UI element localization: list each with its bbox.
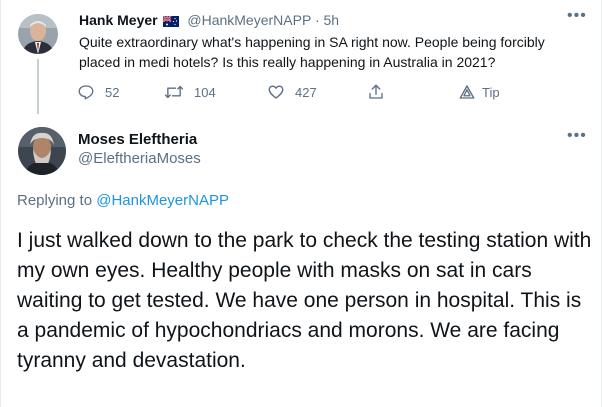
like-icon bbox=[267, 83, 285, 101]
parent-tweet-time[interactable]: 5h bbox=[324, 12, 340, 28]
tweet-thread: Hank Meyer @HankMeyerNAPP · 5h ••• Quite… bbox=[0, 0, 602, 407]
reply-author-avatar[interactable] bbox=[18, 127, 66, 175]
more-icon[interactable]: ••• bbox=[567, 128, 587, 144]
share-button[interactable] bbox=[367, 82, 385, 102]
tip-icon bbox=[458, 83, 476, 101]
replying-to-prefix: Replying to bbox=[17, 192, 97, 209]
reply-button[interactable]: 52 bbox=[77, 82, 119, 102]
like-button[interactable]: 427 bbox=[267, 82, 317, 102]
more-icon[interactable]: ••• bbox=[567, 8, 587, 24]
retweet-button[interactable]: 104 bbox=[164, 82, 216, 102]
reply-tweet-text: I just walked down to the park to check … bbox=[17, 229, 592, 372]
tip-button[interactable]: Tip bbox=[458, 82, 500, 102]
reply-author-name[interactable]: Moses Eleftheria bbox=[78, 130, 197, 150]
parent-author-name[interactable]: Hank Meyer bbox=[79, 12, 158, 28]
reply-icon bbox=[77, 83, 95, 101]
retweet-count: 104 bbox=[194, 84, 216, 100]
parent-author-avatar[interactable] bbox=[18, 14, 58, 54]
parent-tweet[interactable]: Hank Meyer @HankMeyerNAPP · 5h ••• Quite… bbox=[1, 0, 602, 114]
parent-tweet-header: Hank Meyer @HankMeyerNAPP · 5h bbox=[79, 10, 339, 32]
share-icon bbox=[367, 83, 385, 101]
thread-line bbox=[37, 59, 39, 114]
parent-tweet-text: Quite extraordinary what's happening in … bbox=[79, 34, 545, 70]
reply-author-handle[interactable]: @EleftheriaMoses bbox=[78, 149, 201, 169]
retweet-icon bbox=[164, 83, 184, 101]
parent-tweet-actions: 52 104 427 Tip bbox=[77, 82, 577, 102]
like-count: 427 bbox=[295, 84, 317, 100]
reply-count: 52 bbox=[105, 84, 120, 100]
australian-flag-icon bbox=[163, 12, 180, 32]
parent-author-handle[interactable]: @HankMeyerNAPP bbox=[187, 12, 311, 28]
replying-to-handle-link[interactable]: @HankMeyerNAPP bbox=[96, 192, 229, 209]
replying-to: Replying to @HankMeyerNAPP bbox=[17, 191, 229, 211]
separator-dot: · bbox=[314, 12, 320, 28]
tip-label: Tip bbox=[482, 84, 500, 100]
